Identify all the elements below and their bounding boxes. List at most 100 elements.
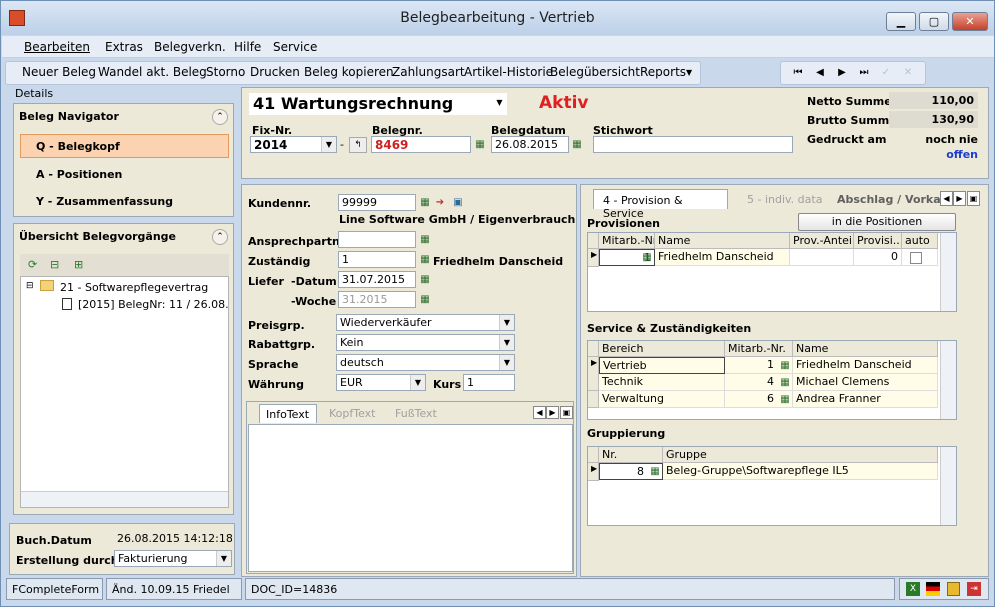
exit-icon[interactable]: ⇥ <box>967 582 981 596</box>
check-icon[interactable]: ✓ <box>876 64 896 81</box>
grid-picker-icon[interactable]: ▦ <box>648 465 662 479</box>
calendar-icon[interactable]: ▦ <box>418 293 432 307</box>
calendar-icon[interactable]: ▦ <box>418 273 432 287</box>
expand-tree-icon[interactable]: ⊞ <box>74 258 83 271</box>
tab-scroll-right-icon[interactable]: ▶ <box>546 406 559 419</box>
auto-checkbox[interactable] <box>910 252 922 264</box>
lock-icon[interactable] <box>947 582 960 596</box>
tab-indiv-data[interactable]: 5 - indiv. data <box>747 193 822 206</box>
infotext-area[interactable] <box>248 424 573 572</box>
grid-picker-icon[interactable]: ▦ <box>778 393 792 407</box>
zustaendig-field[interactable]: 1 <box>338 251 416 268</box>
grid-picker-icon[interactable]: ▦ <box>778 376 792 390</box>
horizontal-scrollbar[interactable] <box>21 491 228 507</box>
wandel-button[interactable]: Wandel akt. Beleg <box>98 65 207 79</box>
table-cell[interactable] <box>790 249 854 266</box>
storno-button[interactable]: Storno <box>206 65 245 79</box>
new-beleg-button[interactable]: Neuer Beleg <box>22 65 96 79</box>
go-to-customer-icon[interactable]: ➔ <box>433 196 447 210</box>
chevron-down-icon[interactable]: ▼ <box>321 137 336 152</box>
uebernehmen-button[interactable]: in die Positionen übernehmen <box>798 213 956 244</box>
reports-dropdown-icon[interactable]: ▼ <box>686 68 692 77</box>
tab-provision-service[interactable]: 4 - Provision & Service <box>593 189 728 220</box>
cancel-icon[interactable]: ✕ <box>898 64 918 81</box>
zahlungsart-button[interactable]: Zahlungsart <box>392 65 465 79</box>
kundennr-field[interactable]: 99999 <box>338 194 416 211</box>
table-cell[interactable]: Andrea Franner <box>793 391 938 408</box>
rabattgrp-select[interactable]: Kein ▼ <box>336 334 515 351</box>
table-cell[interactable]: Friedhelm Danscheid <box>793 357 938 374</box>
belegnr-field[interactable]: 8469 <box>371 136 471 153</box>
vertical-scrollbar[interactable] <box>940 233 956 311</box>
collapse-icon[interactable]: ⌃ <box>212 109 228 125</box>
grid-picker-icon[interactable]: ▦ <box>418 196 432 210</box>
ansprech-field[interactable] <box>338 231 416 248</box>
address-book-icon[interactable]: ▣ <box>451 196 465 210</box>
collapse-tree-icon[interactable]: ⊟ <box>50 258 59 271</box>
table-cell[interactable]: Technik <box>599 374 725 391</box>
chevron-down-icon[interactable]: ▼ <box>499 355 514 370</box>
grid-picker-icon[interactable]: ▦ <box>418 253 432 267</box>
table-cell[interactable]: Verwaltung <box>599 391 725 408</box>
tab-scroll-left-icon[interactable]: ◀ <box>940 191 953 206</box>
grid-picker-icon[interactable]: ▦ <box>778 359 792 373</box>
tab-abschlag[interactable]: Abschlag / Vorka... <box>837 193 953 206</box>
buch-datum-field[interactable]: 26.08.2015 14:12:18 <box>114 531 232 548</box>
tab-infotext[interactable]: InfoText <box>259 404 317 423</box>
first-record-icon[interactable]: ⏮ <box>788 64 808 81</box>
calendar-icon[interactable]: ▦ <box>570 138 584 152</box>
vertical-scrollbar[interactable] <box>940 447 956 525</box>
prev-record-icon[interactable]: ◀ <box>810 64 830 81</box>
tab-fusstext[interactable]: FußText <box>395 407 437 420</box>
fix-select[interactable]: 2014 ▼ <box>250 136 337 153</box>
menu-belegverkn[interactable]: Belegverkn. <box>154 40 226 54</box>
belegdatum-field[interactable]: 26.08.2015 <box>491 136 569 153</box>
drucken-button[interactable]: Drucken <box>250 65 300 79</box>
link-button[interactable]: ↰ <box>349 137 367 153</box>
next-record-icon[interactable]: ▶ <box>832 64 852 81</box>
close-button[interactable]: ✕ <box>952 12 988 31</box>
kurs-field[interactable]: 1 <box>463 374 515 391</box>
erstellung-select[interactable]: Fakturierung ▼ <box>114 550 232 567</box>
beleguebersicht-button[interactable]: Belegübersicht <box>550 65 640 79</box>
collapse-icon[interactable]: ⌃ <box>212 229 228 245</box>
menu-extras[interactable]: Extras <box>105 40 143 54</box>
table-cell[interactable]: Vertrieb <box>599 357 725 374</box>
beleg-type-select[interactable]: 41 Wartungsrechnung ▼ <box>249 93 507 115</box>
chevron-down-icon[interactable]: ▼ <box>410 375 425 390</box>
last-record-icon[interactable]: ⏭ <box>854 64 874 81</box>
reports-button[interactable]: Reports <box>640 65 686 79</box>
chevron-down-icon[interactable]: ▼ <box>216 551 231 566</box>
refresh-tree-icon[interactable]: ⟳ <box>28 258 37 271</box>
tab-scroll-right-icon[interactable]: ▶ <box>953 191 966 206</box>
grid-picker-icon[interactable]: ▦ <box>640 251 654 265</box>
chevron-down-icon[interactable]: ▼ <box>499 315 514 330</box>
liefer-woche-field[interactable]: 31.2015 <box>338 291 416 308</box>
table-cell[interactable]: Friedhelm Danscheid <box>655 249 790 266</box>
sprache-select[interactable]: deutsch ▼ <box>336 354 515 371</box>
tab-menu-icon[interactable]: ▣ <box>967 191 980 206</box>
tree-item-vertrag[interactable]: 21 - Softwarepflegevertrag <box>60 281 208 294</box>
vertical-scrollbar[interactable] <box>940 341 956 419</box>
navigator-item-zusammenfassung[interactable]: Y - Zusammenfassung <box>36 195 173 208</box>
tab-kopftext[interactable]: KopfText <box>329 407 376 420</box>
table-cell[interactable]: Michael Clemens <box>793 374 938 391</box>
chevron-down-icon[interactable]: ▼ <box>492 93 507 113</box>
excel-icon[interactable]: X <box>906 582 920 596</box>
maximize-button[interactable]: ▢ <box>919 12 949 31</box>
tab-scroll-left-icon[interactable]: ◀ <box>533 406 546 419</box>
chevron-down-icon[interactable]: ▼ <box>499 335 514 350</box>
table-cell[interactable]: 0 <box>854 249 902 266</box>
menu-bearbeiten[interactable]: Bearbeiten <box>24 40 90 54</box>
preisgrp-select[interactable]: Wiederverkäufer ▼ <box>336 314 515 331</box>
tab-menu-icon[interactable]: ▣ <box>560 406 573 419</box>
grid-picker-icon[interactable]: ▦ <box>473 138 487 152</box>
minimize-button[interactable]: ▁ <box>886 12 916 31</box>
menu-hilfe[interactable]: Hilfe <box>234 40 261 54</box>
stichwort-field[interactable] <box>593 136 793 153</box>
table-cell[interactable]: Beleg-Gruppe\Softwarepflege IL5 <box>663 463 938 480</box>
waehrung-select[interactable]: EUR ▼ <box>336 374 426 391</box>
menu-service[interactable]: Service <box>273 40 317 54</box>
navigator-item-positionen[interactable]: A - Positionen <box>36 168 122 181</box>
liefer-datum-field[interactable]: 31.07.2015 <box>338 271 416 288</box>
